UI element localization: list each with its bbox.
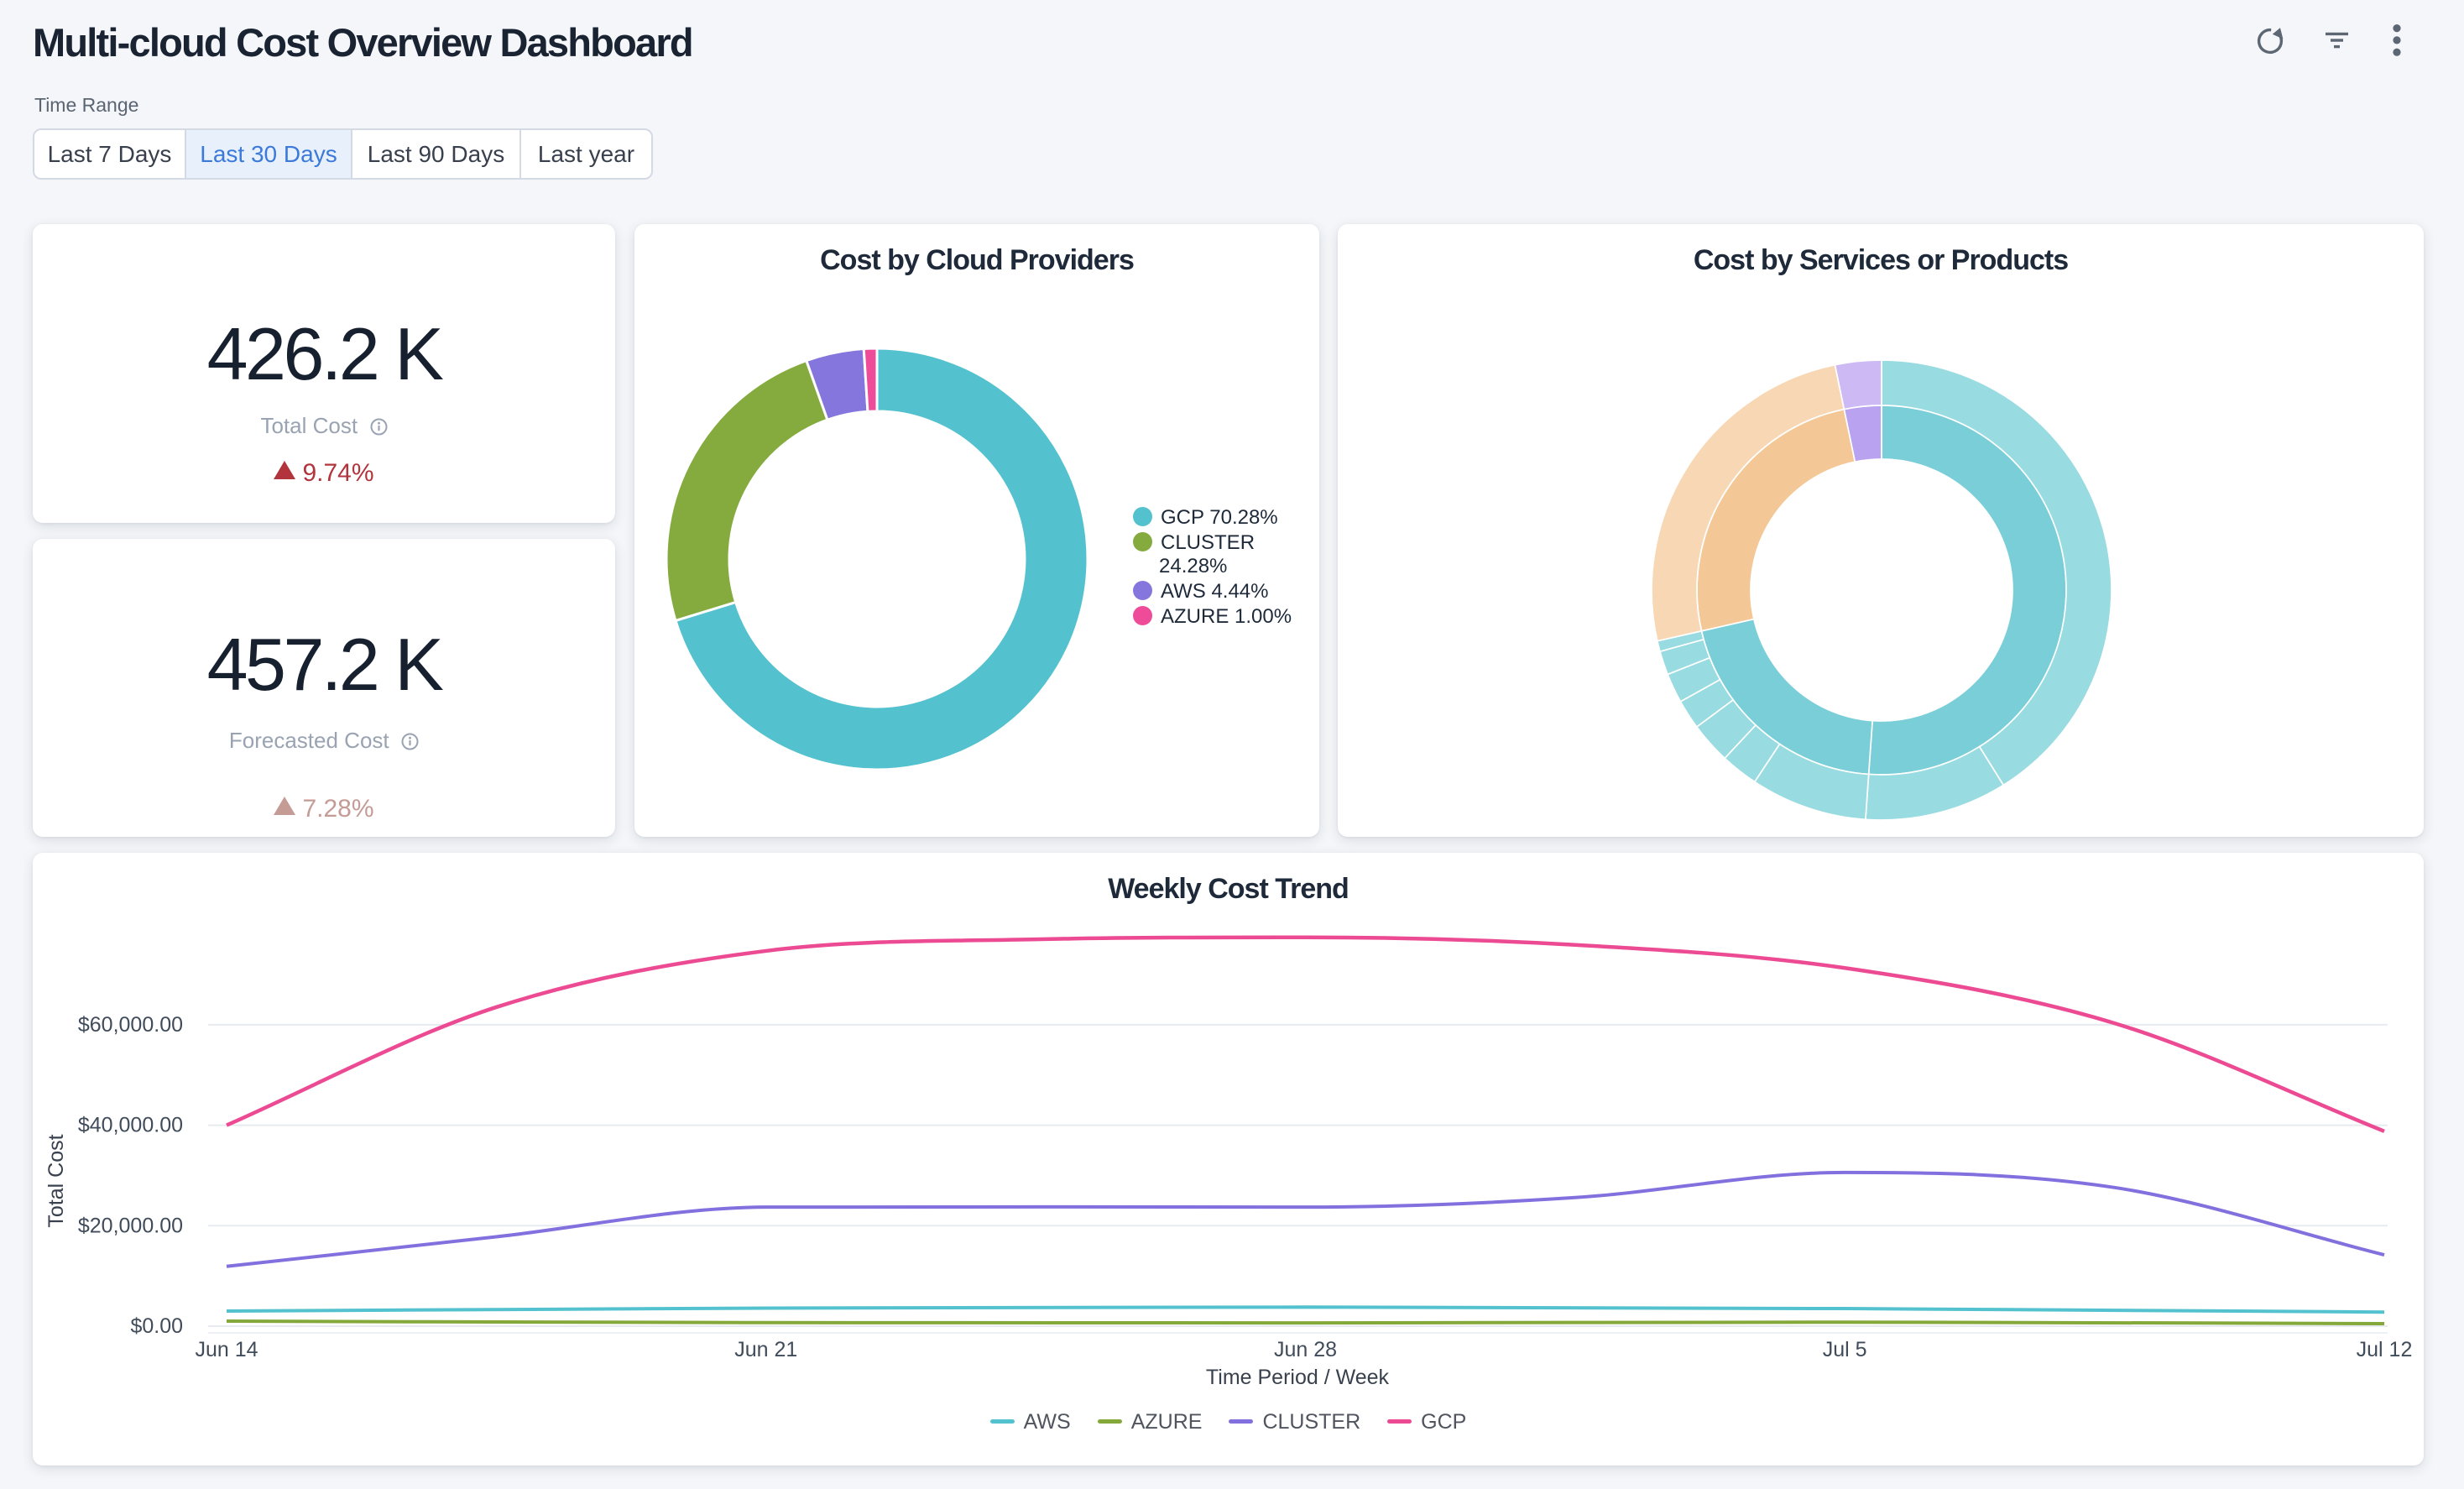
svg-text:Jun 21: Jun 21 bbox=[734, 1338, 797, 1361]
svg-text:Jul 5: Jul 5 bbox=[1823, 1338, 1867, 1361]
svg-text:Jun 14: Jun 14 bbox=[195, 1338, 258, 1361]
svg-text:$60,000.00: $60,000.00 bbox=[78, 1013, 183, 1037]
svg-text:$0.00: $0.00 bbox=[130, 1314, 183, 1338]
svg-text:$20,000.00: $20,000.00 bbox=[78, 1214, 183, 1237]
svg-text:Jul 12: Jul 12 bbox=[2357, 1338, 2413, 1361]
svg-text:$40,000.00: $40,000.00 bbox=[78, 1114, 183, 1137]
svg-text:Time Period / Week: Time Period / Week bbox=[1206, 1366, 1390, 1389]
svg-text:Jun 28: Jun 28 bbox=[1274, 1338, 1337, 1361]
svg-text:Total Cost: Total Cost bbox=[44, 1134, 68, 1227]
